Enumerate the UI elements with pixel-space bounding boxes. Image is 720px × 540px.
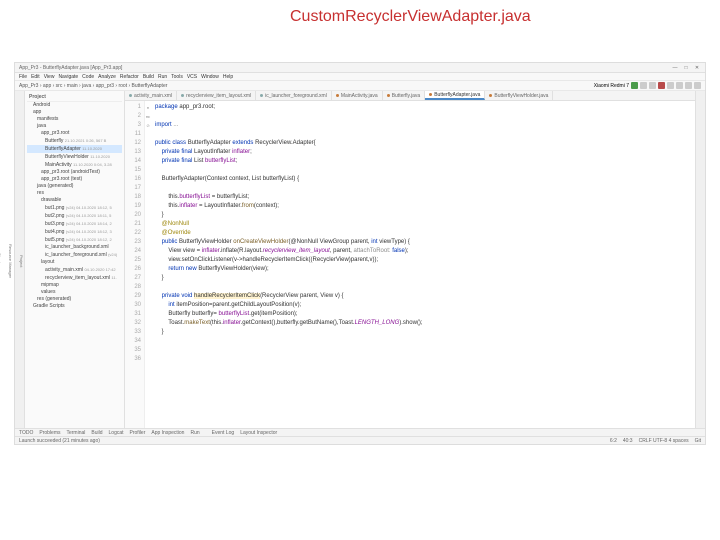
menu-item[interactable]: File — [19, 74, 27, 80]
line-gutter: 1231112131415161718192021222324252627282… — [125, 101, 145, 428]
main-area: Project Resource Manager Structure Proje… — [15, 91, 705, 428]
menubar: File Edit View Navigate Code Analyze Ref… — [15, 73, 705, 81]
tree-item[interactable]: app_pr3.root (test) — [27, 176, 122, 183]
git-status[interactable]: Git — [695, 438, 701, 444]
tree-item[interactable]: app — [27, 109, 122, 116]
tree-item[interactable]: ButterflyViewHolder 11.10.2020 — [27, 153, 122, 161]
menu-item[interactable]: Tools — [171, 74, 183, 80]
editor-tab[interactable]: ButterflyViewHolder.java — [485, 91, 553, 100]
tree-item[interactable]: but4.png (v24) 04.10.2020 18:12, 3 — [27, 228, 122, 236]
structure-tab[interactable]: Structure — [0, 253, 2, 269]
tree-item[interactable]: Gradle Scripts — [27, 303, 122, 310]
tree-item[interactable]: app_pr3.root (androidTest) — [27, 169, 122, 176]
menu-item[interactable]: Edit — [31, 74, 40, 80]
layout-inspector-tab[interactable]: Layout Inspector — [240, 430, 277, 436]
tree-item[interactable]: ButterflyAdapter 11.10.2020 — [27, 145, 122, 153]
menu-item[interactable]: Code — [82, 74, 94, 80]
tree-item[interactable]: Butterfly 21.10.2021 0:26, 567 B — [27, 137, 122, 145]
breadcrumb[interactable]: App_Pr3 › app › src › main › java › app_… — [19, 83, 592, 89]
tree-item[interactable]: but2.png (v24) 04.10.2020 18:11, 5 — [27, 212, 122, 220]
tree-item[interactable]: but3.png (v24) 04.10.2020 18:14, 2 — [27, 220, 122, 228]
editor[interactable]: 1231112131415161718192021222324252627282… — [125, 101, 695, 428]
right-toolwindow-tabs — [695, 91, 705, 428]
titlebar: App_Pr3 - ButterflyAdapter.java [App_Pr3… — [15, 63, 705, 73]
editor-area: activity_main.xmlrecyclerview_item_layou… — [125, 91, 695, 428]
menu-item[interactable]: Build — [143, 74, 154, 80]
menu-item[interactable]: Analyze — [98, 74, 116, 80]
editor-tab[interactable]: ButterflyAdapter.java — [425, 91, 485, 100]
editor-tabs: activity_main.xmlrecyclerview_item_layou… — [125, 91, 695, 101]
tree-item[interactable]: ic_launcher_foreground.xml (v24) — [27, 251, 122, 259]
bottom-tab[interactable]: Logcat — [109, 430, 124, 436]
menu-item[interactable]: VCS — [187, 74, 197, 80]
tree-item[interactable]: res (generated) — [27, 296, 122, 303]
tree-item[interactable]: but1.png (v24) 04.10.2020 18:12, 5 — [27, 204, 122, 212]
resource-manager-tab[interactable]: Resource Manager — [8, 244, 13, 278]
maximize-icon[interactable]: □ — [682, 65, 690, 71]
sdk-icon[interactable] — [685, 82, 692, 89]
tree-item[interactable]: values — [27, 289, 122, 296]
tree-item[interactable]: drawable — [27, 197, 122, 204]
tree-item[interactable]: java — [27, 123, 122, 130]
window-title: App_Pr3 - ButterflyAdapter.java [App_Pr3… — [19, 65, 668, 71]
menu-item[interactable]: View — [44, 74, 55, 80]
event-log-tab[interactable]: Event Log — [212, 430, 235, 436]
status-indicators: 6:2 — [610, 438, 617, 444]
project-tree: Project Androidappmanifestsjavaapp_pr3.r… — [25, 91, 125, 428]
menu-item[interactable]: Help — [223, 74, 233, 80]
avd-icon[interactable] — [676, 82, 683, 89]
code-area[interactable]: package app_pr3.root; import ... public … — [151, 101, 695, 428]
debug-icon[interactable] — [640, 82, 647, 89]
stop-icon[interactable] — [658, 82, 665, 89]
bottom-tab[interactable]: Problems — [39, 430, 60, 436]
toolbar: App_Pr3 › app › src › main › java › app_… — [15, 81, 705, 91]
tree-item[interactable]: app_pr3.root — [27, 130, 122, 137]
sync-icon[interactable] — [667, 82, 674, 89]
statusbar: Launch succeeded (21 minutes ago) 6:2 40… — [15, 436, 705, 444]
bottom-toolwindow-tabs: TODO Problems Terminal Build Logcat Prof… — [15, 428, 705, 436]
bottom-tab[interactable]: Terminal — [66, 430, 85, 436]
caret-position: 40:3 — [623, 438, 633, 444]
search-icon[interactable] — [694, 82, 701, 89]
bottom-tab[interactable]: TODO — [19, 430, 33, 436]
project-tab[interactable]: Project — [19, 255, 24, 267]
device-selector[interactable]: Xiaomi Redmi 7 — [594, 83, 629, 89]
bottom-tab[interactable]: App Inspection — [151, 430, 184, 436]
run-icon[interactable] — [631, 82, 638, 89]
tree-item[interactable]: manifests — [27, 116, 122, 123]
editor-tab[interactable]: MainActivity.java — [332, 91, 383, 100]
tree-item[interactable]: mipmap — [27, 282, 122, 289]
tree-item[interactable]: res — [27, 190, 122, 197]
editor-tab[interactable]: ic_launcher_foreground.xml — [256, 91, 332, 100]
minimize-icon[interactable]: — — [671, 65, 679, 71]
tree-item[interactable]: activity_main.xml 04.10.2020 17:42 — [27, 266, 122, 274]
status-message: Launch succeeded (21 minutes ago) — [19, 438, 100, 444]
bottom-tab[interactable]: Profiler — [130, 430, 146, 436]
tree-item[interactable]: recyclerview_item_layout.xml 11. — [27, 274, 122, 282]
tree-item[interactable]: layout — [27, 259, 122, 266]
encoding: CRLF UTF-8 4 spaces — [639, 438, 689, 444]
tree-item[interactable]: java (generated) — [27, 183, 122, 190]
left-toolwindow-tabs: Project Resource Manager Structure — [15, 91, 25, 428]
close-icon[interactable]: ✕ — [693, 65, 701, 71]
bottom-tab[interactable]: Build — [91, 430, 102, 436]
menu-item[interactable]: Window — [201, 74, 219, 80]
menu-item[interactable]: Run — [158, 74, 167, 80]
ide-window: App_Pr3 - ButterflyAdapter.java [App_Pr3… — [14, 62, 706, 445]
tree-item[interactable]: but5.png (v24) 04.10.2020 18:12, 2 — [27, 236, 122, 244]
page-annotation: CustomRecyclerViewAdapter.java — [290, 8, 531, 26]
menu-item[interactable]: Navigate — [58, 74, 78, 80]
bottom-tab[interactable]: Run — [190, 430, 199, 436]
editor-tab[interactable]: recyclerview_item_layout.xml — [177, 91, 256, 100]
profile-icon[interactable] — [649, 82, 656, 89]
tree-item[interactable]: MainActivity 11.10.2020 0:04, 3.28 — [27, 161, 122, 169]
editor-tab[interactable]: Butterfly.java — [383, 91, 426, 100]
editor-tab[interactable]: activity_main.xml — [125, 91, 177, 100]
tree-header: Project — [27, 93, 122, 102]
menu-item[interactable]: Refactor — [120, 74, 139, 80]
tree-item[interactable]: Android — [27, 102, 122, 109]
tree-item[interactable]: ic_launcher_background.xml — [27, 244, 122, 251]
